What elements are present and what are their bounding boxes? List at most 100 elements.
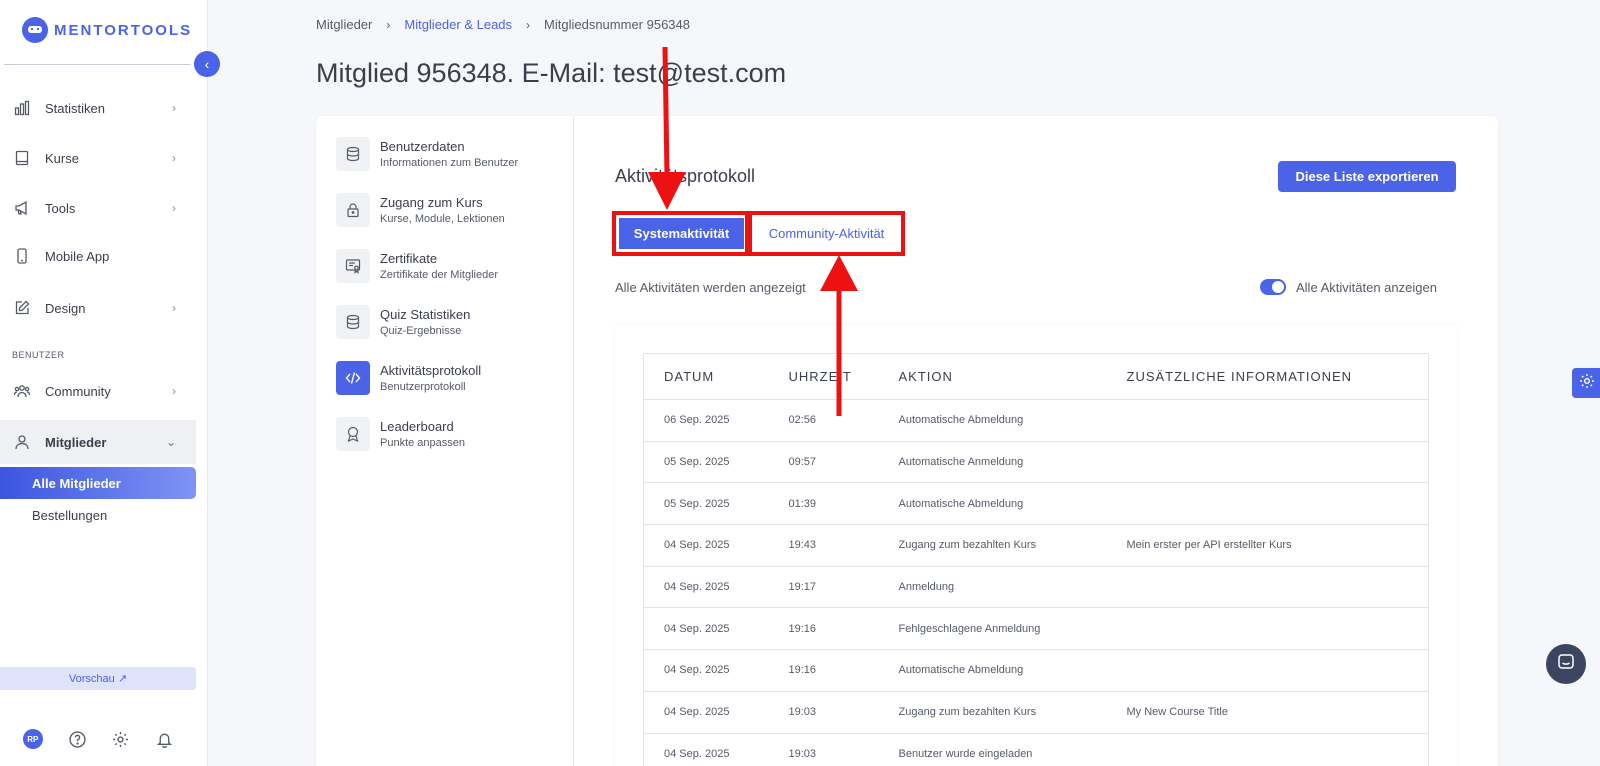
column-header: DATUM [643,353,769,400]
avatar[interactable]: RP [22,729,43,749]
breadcrumb-item[interactable]: Mitglieder & Leads [404,17,512,32]
chevron-right-icon: › [172,101,176,115]
award-icon [336,417,370,451]
table-row: 04 Sep. 2025 19:43 Zugang zum bezahlten Ku… [643,524,1429,567]
breadcrumb: Mitglieder › Mitglieder & Leads › Mitgli… [316,17,690,32]
table-row: 06 Sep. 2025 02:56 Automatische Abmeldung [643,399,1429,442]
annotation-arrow-up [820,255,858,416]
column-header: ZUSÄTZLICHE INFORMATIONEN [1106,353,1429,400]
submenu-title: Zugang zum Kurs [380,195,483,210]
submenu-item-zugang-zum-kurs[interactable]: Zugang zum Kurs Kurse, Module, Lektionen [336,190,566,230]
cell-info [1106,441,1429,484]
cell-action: Zugang zum bezahlten Kurs [878,691,1107,734]
collapse-sidebar-button[interactable]: ‹ [194,51,220,77]
help-icon[interactable] [68,730,86,748]
sidebar-item-statistiken[interactable]: Statistiken › [0,88,196,128]
tab-community-activity[interactable]: Community-Aktivität [755,218,898,249]
cell-date: 05 Sep. 2025 [643,482,769,526]
submenu-item-aktivitaetsprotokoll[interactable]: Aktivitätsprotokoll Benutzerprotokoll [336,358,566,398]
chat-icon [1557,653,1575,676]
table-header-row: DATUM UHRZEIT AKTION ZUSÄTZLICHE INFORMA… [643,353,1429,400]
member-submenu: Benutzerdaten Informationen zum Benutzer … [316,116,574,766]
submenu-desc: Zertifikate der Mitglieder [380,269,498,281]
sidebar-item-mitglieder[interactable]: Mitglieder ⌄ [0,422,196,462]
cell-info [1106,733,1429,766]
cell-time: 01:39 [768,482,879,526]
submenu-title: Zertifikate [380,251,438,266]
logo[interactable]: MENTORTOOLS [22,17,192,43]
sidebar-section-label: BENUTZER [12,350,65,360]
cell-time: 09:57 [768,441,879,484]
cell-date: 04 Sep. 2025 [643,649,769,692]
preview-button[interactable]: Vorschau ↗ [0,667,196,690]
chevron-right-icon: › [386,17,391,32]
cell-date: 04 Sep. 2025 [643,607,769,651]
export-list-button[interactable]: Diese Liste exportieren [1278,161,1456,192]
chat-button[interactable] [1546,644,1586,684]
submenu-item-quiz-statistiken[interactable]: Quiz Statistiken Quiz-Ergebnisse [336,302,566,342]
submenu-desc: Punkte anpassen [380,437,466,449]
submenu-title: Aktivitätsprotokoll [380,363,482,378]
cell-date: 04 Sep. 2025 [643,691,769,734]
cell-action: Benutzer wurde eingeladen [878,733,1107,766]
tab-system-activity[interactable]: Systemaktivität [619,218,744,249]
cell-info [1106,649,1429,692]
submenu-item-leaderboard[interactable]: Leaderboard Punkte anpassen [336,414,566,454]
sidebar-item-label: Statistiken [45,100,105,116]
breadcrumb-item[interactable]: Mitglieder [316,17,372,32]
submenu-desc: Quiz-Ergebnisse [380,325,462,337]
cell-info [1106,607,1429,651]
breadcrumb-current: Mitgliedsnummer 956348 [544,17,690,32]
submenu-title: Quiz Statistiken [380,307,471,322]
sidebar-subitem-bestellungen[interactable]: Bestellungen [0,499,196,531]
toggle-label: Alle Aktivitäten anzeigen [1296,279,1437,295]
bell-icon[interactable] [155,730,173,748]
cell-action: Zugang zum bezahlten Kurs [878,524,1107,567]
cell-info [1106,482,1429,526]
settings-float-button[interactable] [1572,368,1600,398]
table-row: 05 Sep. 2025 01:39 Automatische Abmeldung [643,482,1429,526]
submenu-item-benutzerdaten[interactable]: Benutzerdaten Informationen zum Benutzer [336,134,566,174]
bar-chart-icon [14,100,30,116]
sidebar-item-label: Mitglieder [45,434,107,450]
cell-action: Fehlgeschlagene Anmeldung [878,607,1107,651]
sidebar-item-tools[interactable]: Tools › [0,188,196,228]
cell-time: 19:03 [768,733,879,766]
logo-text: MENTORTOOLS [54,21,193,39]
submenu-title: Benutzerdaten [380,139,465,154]
user-icon [14,434,30,450]
cell-info [1106,566,1429,609]
sidebar-item-design[interactable]: Design › [0,288,196,328]
sidebar-item-label: Kurse [45,150,79,166]
chevron-right-icon: › [172,301,176,315]
edit-icon [14,300,30,316]
cell-info [1106,399,1429,442]
database-icon [336,305,370,339]
chevron-right-icon: › [172,201,176,215]
show-all-toggle[interactable] [1260,279,1286,295]
table-row: 04 Sep. 2025 19:03 Zugang zum bezahlten Ku… [643,691,1429,734]
sidebar-item-label: Mobile App [45,248,110,264]
table-row: 04 Sep. 2025 19:17 Anmeldung [643,566,1429,609]
activity-table: DATUM UHRZEIT AKTION ZUSÄTZLICHE INFORMA… [643,353,1429,766]
submenu-item-zertifikate[interactable]: Zertifikate Zertifikate der Mitglieder [336,246,566,286]
chevron-down-icon: ⌄ [165,435,176,449]
sidebar-subitem-alle-mitglieder[interactable]: Alle Mitglieder [0,467,196,499]
cell-info: Mein erster per API erstellter Kurs [1106,524,1429,567]
filter-status-text: Alle Aktivitäten werden angezeigt [615,280,806,295]
cell-action: Automatische Anmeldung [878,441,1107,484]
book-icon [14,150,30,166]
page-title: Mitglied 956348. E-Mail: test@test.com [316,58,787,88]
certificate-icon [336,249,370,283]
cell-time: 19:17 [768,566,879,609]
sidebar-item-kurse[interactable]: Kurse › [0,138,196,178]
settings-icon[interactable] [112,730,130,748]
cell-time: 19:03 [768,691,879,734]
sidebar-item-community[interactable]: Community › [0,371,196,411]
database-icon [336,137,370,171]
sidebar-item-mobile-app[interactable]: Mobile App [0,236,196,276]
table-row: 04 Sep. 2025 19:16 Automatische Abmeldung [643,649,1429,692]
gear-icon [1579,373,1595,394]
cell-action: Automatische Abmeldung [878,399,1107,442]
submenu-title: Leaderboard [380,419,454,434]
